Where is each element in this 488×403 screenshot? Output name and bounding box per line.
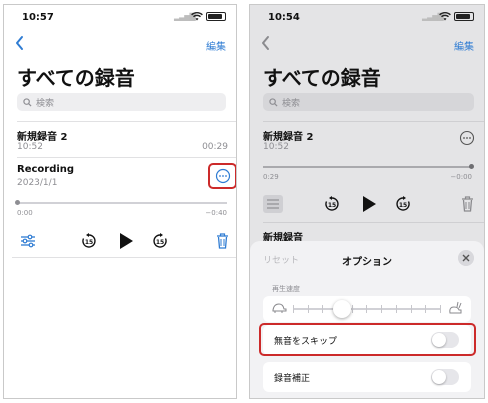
left-phone-screen: 10:57 ▂▃▅▇ 編集 すべての録音 検索 新規録音 2 10:52 00:…: [3, 4, 237, 399]
speed-ticks: [293, 305, 441, 313]
skip-forward-15-icon[interactable]: 15: [152, 233, 168, 249]
elapsed-time: 0:00: [17, 209, 33, 217]
skip-forward-15-icon[interactable]: 15: [395, 196, 411, 212]
back-chevron-icon[interactable]: [14, 35, 26, 51]
recording-duration: 00:29: [202, 142, 228, 152]
close-icon[interactable]: [458, 250, 474, 266]
remaining-time: −0:40: [205, 209, 227, 217]
wifi-icon: [191, 12, 203, 21]
battery-icon: [454, 12, 474, 21]
search-placeholder: 検索: [282, 98, 301, 109]
edit-button[interactable]: 編集: [206, 38, 226, 53]
trash-icon[interactable]: [216, 233, 229, 249]
skip-back-15-icon[interactable]: 15: [81, 233, 97, 249]
more-options-icon[interactable]: [459, 130, 475, 146]
cellular-signal-icon: ▂▃▅▇: [174, 11, 196, 21]
playback-scrubber[interactable]: [17, 202, 227, 204]
settings-button[interactable]: [263, 195, 283, 213]
page-title: すべての録音: [17, 66, 135, 90]
status-time: 10:54: [268, 12, 300, 23]
right-phone-screen: 10:54 ▂▃▅▇ 編集 すべての録音 検索 新規録音 2 10:52 0:2…: [249, 4, 485, 399]
recording-title: 新規録音 2: [263, 132, 314, 143]
search-placeholder: 検索: [36, 98, 55, 109]
recording-date: 2023/1/1: [17, 178, 58, 188]
navigation-bar: 編集: [4, 35, 236, 55]
play-icon[interactable]: [361, 195, 377, 213]
elapsed-time: 0:29: [263, 173, 279, 181]
play-icon[interactable]: [118, 232, 134, 250]
cellular-signal-icon: ▂▃▅▇: [422, 11, 444, 21]
trash-icon[interactable]: [461, 196, 474, 212]
battery-icon: [206, 12, 226, 21]
divider: [12, 257, 236, 258]
remaining-time: −0:00: [450, 173, 472, 181]
settings-sliders-icon: [267, 199, 279, 209]
playback-speed-slider[interactable]: [263, 296, 471, 322]
playback-speed-label: 再生速度: [272, 285, 300, 293]
status-bar: 10:57 ▂▃▅▇: [4, 12, 236, 26]
skip-silence-highlight: [259, 323, 476, 356]
search-icon: [269, 97, 278, 107]
recording-title: 新規録音 2: [17, 132, 68, 143]
wifi-icon: [439, 12, 451, 21]
sheet-title: オプション: [342, 257, 392, 268]
skip-back-label: 15: [328, 202, 336, 209]
skip-back-label: 15: [85, 239, 93, 246]
status-time: 10:57: [22, 12, 54, 23]
recording-time: 10:52: [17, 142, 43, 152]
search-icon: [23, 97, 32, 107]
divider: [17, 121, 236, 122]
enhance-recording-label: 録音補正: [274, 374, 311, 384]
skip-forward-label: 15: [156, 239, 164, 246]
edit-button[interactable]: 編集: [454, 38, 474, 53]
divider: [263, 121, 484, 122]
options-sheet: リセット オプション 再生速度 無音をスキップ 録音補正: [250, 241, 484, 398]
scrubber-knob[interactable]: [469, 164, 474, 169]
recording-title: Recording: [17, 164, 75, 175]
recording-time: 10:52: [263, 142, 289, 152]
enhance-recording-row[interactable]: 録音補正: [263, 362, 471, 392]
divider: [263, 222, 484, 223]
rabbit-icon: [449, 301, 462, 314]
divider: [17, 157, 236, 158]
turtle-icon: [272, 303, 287, 313]
scrubber-knob[interactable]: [15, 200, 20, 205]
speed-slider-knob[interactable]: [333, 300, 351, 318]
page-title: すべての録音: [263, 66, 381, 90]
status-bar: 10:54 ▂▃▅▇: [250, 12, 484, 26]
navigation-bar: 編集: [250, 35, 484, 55]
skip-forward-label: 15: [399, 202, 407, 209]
playback-scrubber[interactable]: [263, 166, 472, 168]
back-chevron-icon[interactable]: [260, 35, 272, 51]
search-field[interactable]: 検索: [263, 93, 474, 111]
skip-back-15-icon[interactable]: 15: [324, 196, 340, 212]
search-field[interactable]: 検索: [17, 93, 226, 111]
settings-sliders-icon[interactable]: [20, 234, 36, 248]
enhance-recording-toggle[interactable]: [431, 369, 459, 385]
more-options-icon[interactable]: [215, 168, 231, 184]
